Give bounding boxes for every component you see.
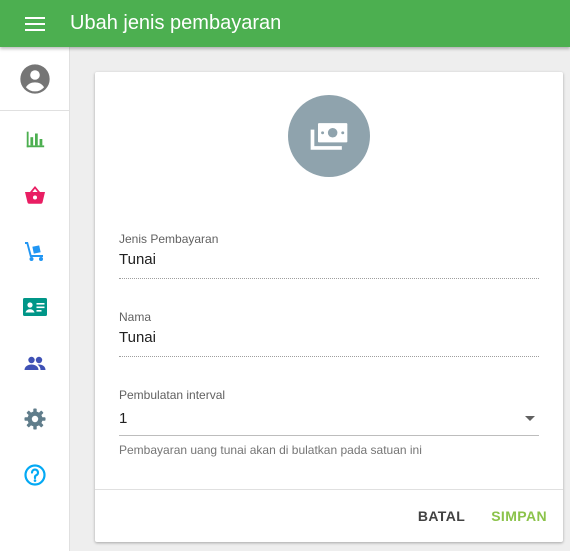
rounding-interval-select[interactable]: 1 [119,410,539,436]
rounding-interval-field: Pembulatan interval 1 Pembayaran uang tu… [119,388,539,457]
actions-divider [95,489,563,490]
sidebar-item-settings[interactable] [0,391,69,447]
sidebar-item-help[interactable] [0,447,69,503]
dolly-icon [24,242,43,261]
name-label: Nama [119,310,152,324]
payment-type-field[interactable]: Jenis Pembayaran Tunai [119,232,539,279]
page-title: Ubah jenis pembayaran [70,12,282,34]
name-field[interactable]: Nama Tunai [119,310,539,357]
name-underline [119,356,539,357]
help-circle-icon [23,464,46,486]
sidebar-item-reports[interactable] [0,111,69,167]
sidebar-item-contacts[interactable] [0,279,69,335]
menu-icon [25,15,45,33]
rounding-interval-helper: Pembayaran uang tunai akan di bulatkan p… [119,443,422,457]
name-value: Tunai [119,329,156,346]
rounding-interval-label: Pembulatan interval [119,388,226,402]
payment-type-form-card: Jenis Pembayaran Tunai Nama Tunai Pembul… [95,72,563,542]
menu-button[interactable] [0,0,70,47]
account-circle-icon [19,63,50,94]
bar-chart-icon [26,131,44,148]
rounding-interval-value: 1 [119,410,128,427]
sidebar-item-account[interactable] [0,47,69,111]
sidebar [0,47,70,551]
app-bar: Ubah jenis pembayaran [0,0,570,47]
cancel-button[interactable]: BATAL [418,508,465,524]
dialog-actions: BATAL SIMPAN [418,508,547,524]
sidebar-item-inventory[interactable] [0,223,69,279]
sidebar-item-people[interactable] [0,335,69,391]
contact-card-icon [22,298,47,316]
settings-gear-icon [24,408,45,430]
people-icon [24,356,45,370]
dropdown-arrow-icon [525,416,535,421]
money-icon [310,123,348,150]
shopping-basket-icon [24,186,45,204]
save-button[interactable]: SIMPAN [491,508,547,524]
header-avatar [288,95,370,177]
payment-type-underline [119,278,539,279]
payment-type-label: Jenis Pembayaran [119,232,219,246]
sidebar-item-sales[interactable] [0,167,69,223]
payment-type-value: Tunai [119,251,156,268]
